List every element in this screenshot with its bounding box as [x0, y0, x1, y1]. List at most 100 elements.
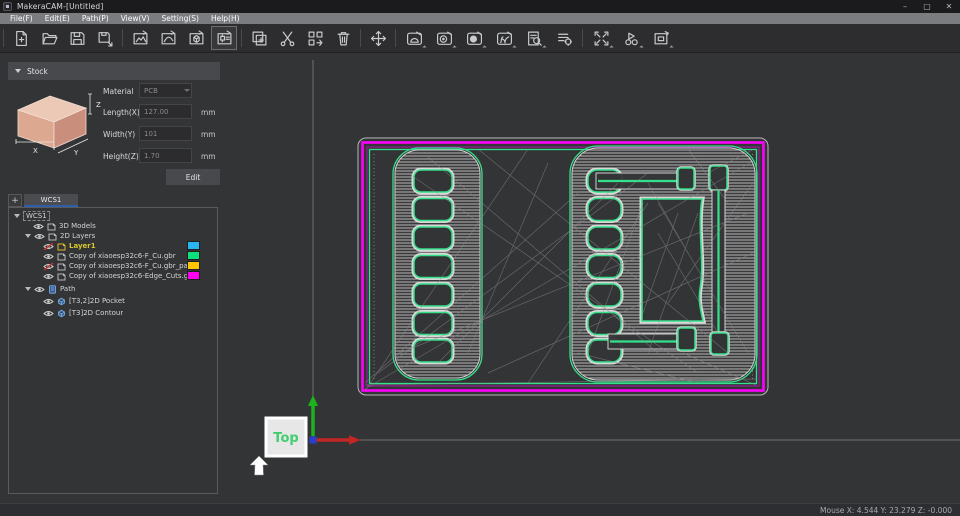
layer-color-swatch[interactable] — [187, 261, 200, 270]
delete-button[interactable] — [330, 26, 356, 50]
expander-icon[interactable] — [25, 287, 31, 291]
transform-move-button[interactable] — [365, 26, 391, 50]
import-image-button[interactable] — [127, 26, 153, 50]
preview-icon — [526, 30, 543, 47]
fit-view-icon — [593, 30, 610, 47]
layer-color-swatch[interactable] — [187, 271, 200, 280]
layer-icon — [57, 262, 66, 271]
menu-edit[interactable]: Edit(E) — [39, 13, 76, 24]
toolbar-separator — [241, 29, 242, 47]
chevron-down-icon — [15, 69, 21, 73]
cut-button[interactable] — [274, 26, 300, 50]
new-file-button[interactable] — [8, 26, 34, 50]
move-icon — [370, 30, 387, 47]
maximize-button[interactable]: ▢ — [916, 0, 938, 13]
tree-item-2d-pocket[interactable]: [T3,2]2D Pocket — [9, 296, 217, 306]
add-wcs-tab-button[interactable]: + — [8, 194, 22, 207]
viewport-canvas[interactable]: Top — [228, 53, 960, 503]
screenshot-icon — [653, 30, 670, 47]
mouse-coordinates: Mouse X: 4.544 Y: 23.279 Z: -0.000 — [820, 505, 952, 515]
view-orientation-box[interactable]: Top — [264, 416, 308, 458]
tree-item-2d-layers[interactable]: 2D Layers — [9, 231, 217, 241]
length-unit-label: mm — [201, 108, 216, 117]
height-z-field[interactable] — [139, 148, 192, 163]
visibility-eye-icon[interactable] — [43, 297, 54, 306]
layer-icon — [57, 272, 66, 281]
svg-text:Y: Y — [73, 149, 79, 157]
height-z-label: Height(Z) — [103, 152, 139, 161]
tree-item-path[interactable]: Path — [9, 284, 217, 294]
layer-color-swatch[interactable] — [187, 251, 200, 260]
toolpath-cube-icon — [57, 297, 66, 306]
preview-toolpath-button[interactable] — [521, 26, 547, 50]
visibility-eye-icon[interactable] — [43, 261, 54, 271]
visibility-eye-icon[interactable] — [34, 232, 45, 241]
visibility-eye-icon[interactable] — [34, 285, 45, 294]
import-3d-model-icon — [188, 30, 205, 47]
dropdown-caret-icon — [422, 45, 427, 50]
save-as-button[interactable] — [92, 26, 118, 50]
new-engrave-operation-button[interactable] — [491, 26, 517, 50]
tree-root-label: WCS1 — [23, 211, 50, 221]
import-3d-model-button[interactable] — [183, 26, 209, 50]
screenshot-button[interactable] — [648, 26, 674, 50]
menu-view[interactable]: View(V) — [115, 13, 156, 24]
stock-preview-image: Z Y X — [15, 93, 101, 157]
tree-item-2d-contour[interactable]: [T3]2D Contour — [9, 308, 217, 318]
width-y-field[interactable] — [139, 126, 192, 141]
menu-help[interactable]: Help(H) — [205, 13, 246, 24]
length-x-field[interactable] — [139, 104, 192, 119]
tree-item-3d-models[interactable]: 3D Models — [9, 221, 217, 231]
visibility-eye-icon[interactable] — [43, 241, 54, 251]
import-vector-button[interactable] — [155, 26, 181, 50]
origin-axes — [308, 395, 361, 445]
edit-stock-button[interactable]: Edit — [166, 169, 220, 185]
pcb-board[interactable] — [357, 137, 769, 396]
tree-item-layer1[interactable]: Layer1 — [9, 241, 217, 251]
import-image-icon — [132, 30, 149, 47]
copy-button[interactable] — [246, 26, 272, 50]
new-pocket-operation-button[interactable] — [401, 26, 427, 50]
simulate-button[interactable] — [618, 26, 644, 50]
visibility-eye-icon[interactable] — [43, 309, 54, 318]
visibility-eye-icon[interactable] — [43, 272, 54, 281]
layer-color-swatch[interactable] — [187, 241, 200, 250]
title-bar: MakeraCAM-[Untitled] – ▢ ✕ — [0, 0, 960, 13]
pcb-vertical-trace — [711, 189, 726, 335]
tree-item-edge-cuts-gbr[interactable]: Copy of xiaoesp32c6-Edge_Cuts.gbr — [9, 271, 217, 281]
save-button[interactable] — [64, 26, 90, 50]
new-drill-operation-button[interactable] — [461, 26, 487, 50]
material-label: Material — [103, 87, 134, 96]
toolbar-separator — [122, 29, 123, 47]
expander-icon[interactable] — [14, 214, 20, 218]
open-file-button[interactable] — [36, 26, 62, 50]
menu-file[interactable]: File(F) — [4, 13, 39, 24]
svg-text:Z: Z — [96, 101, 101, 109]
stock-section-header[interactable]: Stock — [8, 62, 220, 80]
toolbar-separator — [3, 29, 4, 47]
fit-view-button[interactable] — [588, 26, 614, 50]
tree-item-f-cu-gbr-pad[interactable]: Copy of xiaoesp32c6-F_Cu.gbr_pad — [9, 261, 217, 271]
tree-item-wcs1-root[interactable]: WCS1 — [9, 211, 217, 221]
expander-icon[interactable] — [25, 234, 31, 238]
minimize-button[interactable]: – — [894, 0, 916, 13]
pcb-central-cutout — [639, 196, 707, 324]
new-contour-operation-button[interactable] — [431, 26, 457, 50]
import-gerber-icon — [216, 30, 233, 47]
path-folder-icon — [48, 285, 57, 294]
copy-icon — [251, 30, 268, 47]
post-process-list-button[interactable] — [551, 26, 577, 50]
tree-item-f-cu-gbr[interactable]: Copy of xiaoesp32c6-F_Cu.gbr — [9, 251, 217, 261]
visibility-eye-icon[interactable] — [43, 252, 54, 261]
menu-setting[interactable]: Setting(S) — [155, 13, 204, 24]
post-process-icon — [556, 30, 573, 47]
toolbar-separator — [582, 29, 583, 47]
import-gerber-button[interactable] — [211, 26, 237, 50]
visibility-eye-icon[interactable] — [33, 222, 44, 231]
width-y-label: Width(Y) — [103, 130, 136, 139]
close-button[interactable]: ✕ — [938, 0, 960, 13]
wcs1-tab[interactable]: WCS1 — [24, 194, 78, 207]
menu-path[interactable]: Path(P) — [76, 13, 115, 24]
array-button[interactable] — [302, 26, 328, 50]
layers-icon — [48, 232, 57, 241]
